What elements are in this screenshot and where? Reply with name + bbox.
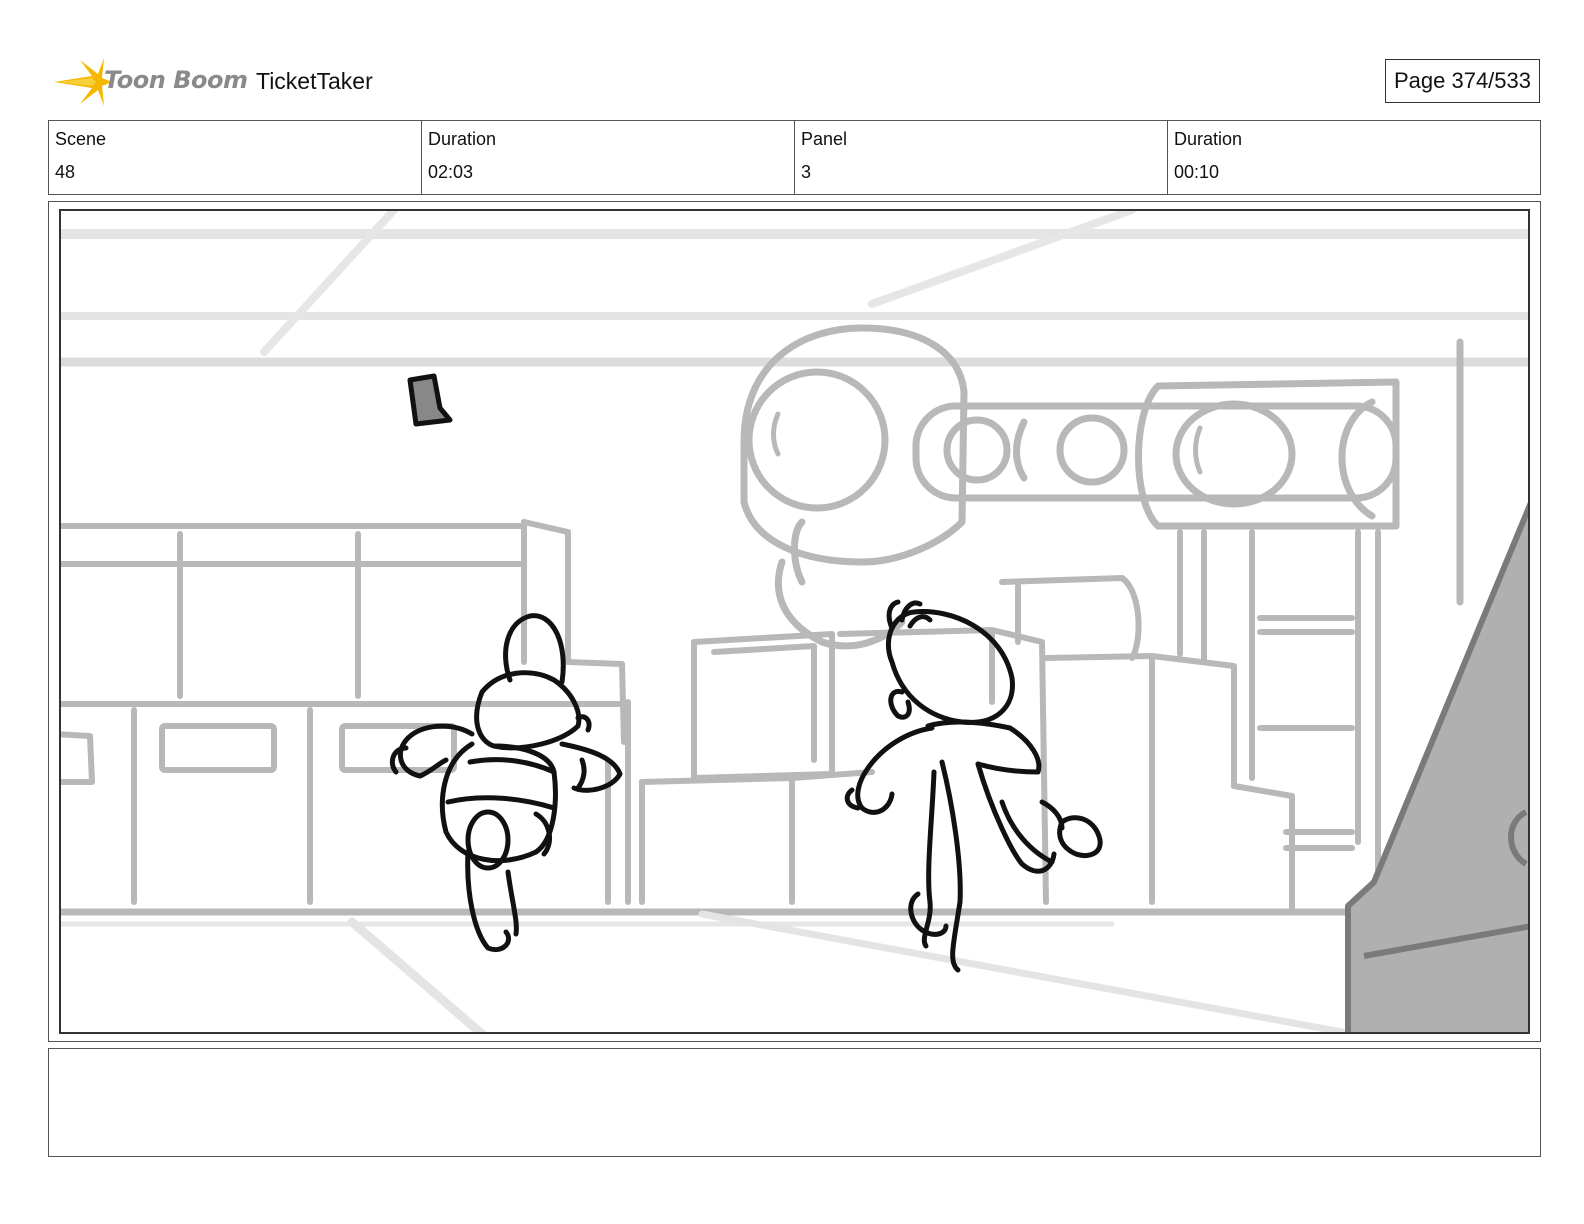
panel-duration-label: Duration — [1174, 129, 1243, 149]
panel-duration-value: 00:10 — [1174, 162, 1220, 182]
panel-duration-cell: Duration 00:10 — [1168, 121, 1540, 194]
scene-value: 48 — [55, 162, 76, 182]
storyboard-drawing — [59, 209, 1530, 1034]
scene-duration-label: Duration — [428, 129, 497, 149]
logo-wordmark: Toon Boom — [104, 66, 248, 94]
scene-label: Scene — [55, 129, 107, 149]
ticket-drawing — [407, 373, 453, 427]
scene-cell: Scene 48 — [49, 121, 422, 194]
panel-value: 3 — [801, 162, 812, 182]
scene-duration-cell: Duration 02:03 — [422, 121, 795, 194]
panel-info-table: Scene 48 Duration 02:03 Panel 3 Duration… — [48, 120, 1541, 195]
page-indicator: Page 374/533 — [1385, 59, 1540, 103]
panel-label: Panel — [801, 129, 848, 149]
panel-notes-box — [48, 1048, 1541, 1157]
background-sketch — [61, 211, 1528, 1032]
scene-duration-value: 02:03 — [428, 162, 474, 182]
left-character-drawing — [389, 613, 623, 952]
panel-cell: Panel 3 — [795, 121, 1168, 194]
project-title: TicketTaker — [256, 68, 373, 94]
